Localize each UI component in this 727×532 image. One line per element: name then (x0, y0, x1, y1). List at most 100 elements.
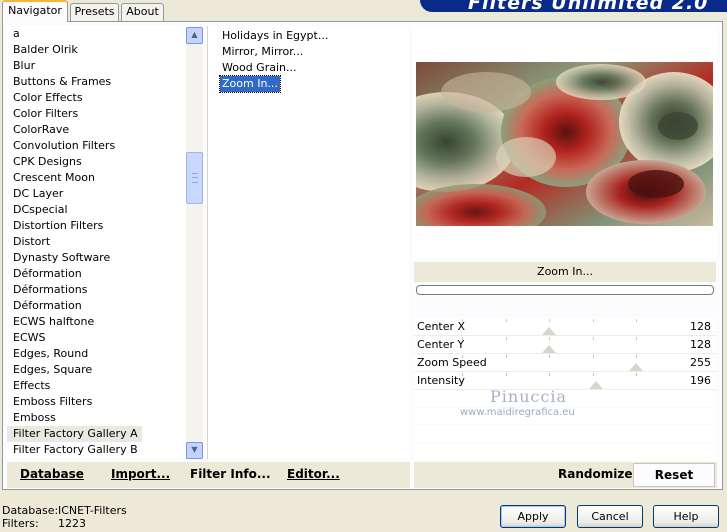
category-item[interactable]: Color Filters (7, 106, 187, 122)
parameter-slider[interactable] (462, 319, 637, 335)
filter-item[interactable]: Mirror, Mirror... (220, 44, 305, 60)
category-item[interactable]: Emboss Filters (7, 394, 187, 410)
parameter-label: Center X (417, 320, 466, 333)
slider-tick (549, 319, 550, 322)
apply-button[interactable]: Apply (500, 505, 566, 528)
tab-presets[interactable]: Presets (70, 3, 119, 21)
cancel-button[interactable]: Cancel (577, 505, 643, 528)
parameter-row: Zoom Speed 255 (414, 354, 716, 372)
category-item[interactable]: Dynasty Software (7, 250, 187, 266)
parameter-value: 128 (690, 320, 711, 333)
slider-tick (549, 337, 550, 340)
status-filters-label: Filters: (2, 517, 39, 530)
slider-thumb[interactable] (588, 381, 603, 389)
category-item[interactable]: Déformation (7, 298, 187, 314)
editor-button[interactable]: Editor... (287, 467, 340, 481)
current-filter-name: Zoom In... (414, 262, 716, 282)
category-item[interactable]: Déformations (7, 282, 187, 298)
category-item[interactable]: ColorRave (7, 122, 187, 138)
status-filters-value: 1223 (58, 517, 86, 530)
grip-icon (192, 173, 198, 183)
parameter-slider[interactable] (462, 337, 637, 353)
preview-image (416, 62, 713, 226)
category-item-label: Dynasty Software (13, 251, 111, 264)
category-item-label: Effects (13, 379, 51, 392)
category-item-label: Crescent Moon (13, 171, 95, 184)
category-item[interactable]: Distort (7, 234, 187, 250)
category-item[interactable]: Déformation (7, 266, 187, 282)
app-banner: Filters Unlimited 2.0 (420, 0, 727, 12)
progress-bar (416, 285, 714, 295)
filter-list[interactable]: Holidays in Egypt... Mirror, Mirror... Woo… (207, 26, 409, 459)
parameter-row: Center X 128 (414, 318, 716, 336)
watermark-url: www.maidiregrafica.eu (460, 407, 575, 418)
category-item[interactable]: DCspecial (7, 202, 187, 218)
category-item-label: CPK Designs (13, 155, 82, 168)
category-item[interactable]: Emboss (7, 410, 187, 426)
reset-button[interactable]: Reset (633, 463, 715, 487)
category-item[interactable]: Filter Factory Gallery A (7, 426, 187, 442)
slider-thumb[interactable] (542, 327, 557, 335)
database-button[interactable]: Database (20, 467, 84, 481)
category-item[interactable]: DC Layer (7, 186, 187, 202)
tab-about[interactable]: About (121, 3, 164, 21)
category-item-label: Filter Factory Gallery A (7, 426, 142, 442)
category-item-label: Convolution Filters (13, 139, 116, 152)
parameter-slider[interactable] (462, 355, 643, 371)
category-item-label: Emboss Filters (13, 395, 93, 408)
parameter-row-empty (414, 444, 716, 460)
slider-tick (549, 373, 550, 376)
preview-image-graphic (416, 62, 713, 226)
navigator-toolbar: Database Import... Filter Info... Editor… (7, 462, 410, 488)
category-item-label: Edges, Square (13, 363, 93, 376)
parameter-value: 128 (690, 338, 711, 351)
slider-tick (636, 355, 637, 358)
category-item[interactable]: a (7, 26, 187, 42)
category-item-label: DCspecial (13, 203, 68, 216)
slider-tick (505, 337, 507, 340)
category-item-label: ECWS halftone (13, 315, 95, 328)
scroll-thumb[interactable] (186, 152, 203, 204)
category-item-label: ECWS (13, 331, 46, 344)
slider-thumb[interactable] (542, 345, 557, 353)
category-item[interactable]: Buttons & Frames (7, 74, 187, 90)
category-item[interactable]: Distortion Filters (7, 218, 187, 234)
category-item-label: Distort (13, 235, 51, 248)
import-button[interactable]: Import... (111, 467, 170, 481)
category-item[interactable]: CPK Designs (7, 154, 187, 170)
category-item-label: ColorRave (13, 123, 70, 136)
parameter-value: 255 (690, 356, 711, 369)
scroll-up-button[interactable]: ▲ (186, 27, 203, 44)
tab-navigator[interactable]: Navigator (2, 0, 68, 22)
parameter-label: Center Y (417, 338, 465, 351)
category-item[interactable]: Filter Factory Gallery B (7, 442, 187, 458)
randomize-button[interactable]: Randomize (558, 467, 632, 481)
filter-item[interactable]: Zoom In... (219, 75, 281, 93)
parameter-value: 196 (690, 374, 711, 387)
filter-info-button[interactable]: Filter Info... (190, 467, 271, 481)
category-item[interactable]: Color Effects (7, 90, 187, 106)
status-database-value: ICNET-Filters (58, 504, 127, 517)
help-button[interactable]: Help (653, 505, 719, 528)
category-item[interactable]: Crescent Moon (7, 170, 187, 186)
slider-tick (592, 355, 594, 358)
filter-item[interactable]: Holidays in Egypt... (220, 28, 330, 44)
category-item[interactable]: ECWS (7, 330, 187, 346)
category-item[interactable]: Balder Olrik (7, 42, 187, 58)
slider-tick (592, 319, 594, 322)
category-item[interactable]: Effects (7, 378, 187, 394)
slider-thumb[interactable] (629, 363, 643, 371)
filter-item[interactable]: Wood Grain... (220, 60, 298, 76)
scroll-down-button[interactable]: ▼ (186, 442, 203, 459)
category-item[interactable]: Edges, Square (7, 362, 187, 378)
category-item[interactable]: ECWS halftone (7, 314, 187, 330)
slider-tick (592, 337, 594, 340)
category-item[interactable]: Blur (7, 58, 187, 74)
slider-tick (462, 319, 463, 322)
category-list[interactable]: a Balder Olrik Blur Buttons & Frames Color E… (7, 26, 187, 459)
category-item[interactable]: Edges, Round (7, 346, 187, 362)
banner-title: Filters Unlimited 2.0 (468, 0, 709, 12)
category-scrollbar[interactable]: ▲ ▼ (186, 27, 203, 459)
category-item[interactable]: Convolution Filters (7, 138, 187, 154)
category-item-label: Balder Olrik (13, 43, 78, 56)
